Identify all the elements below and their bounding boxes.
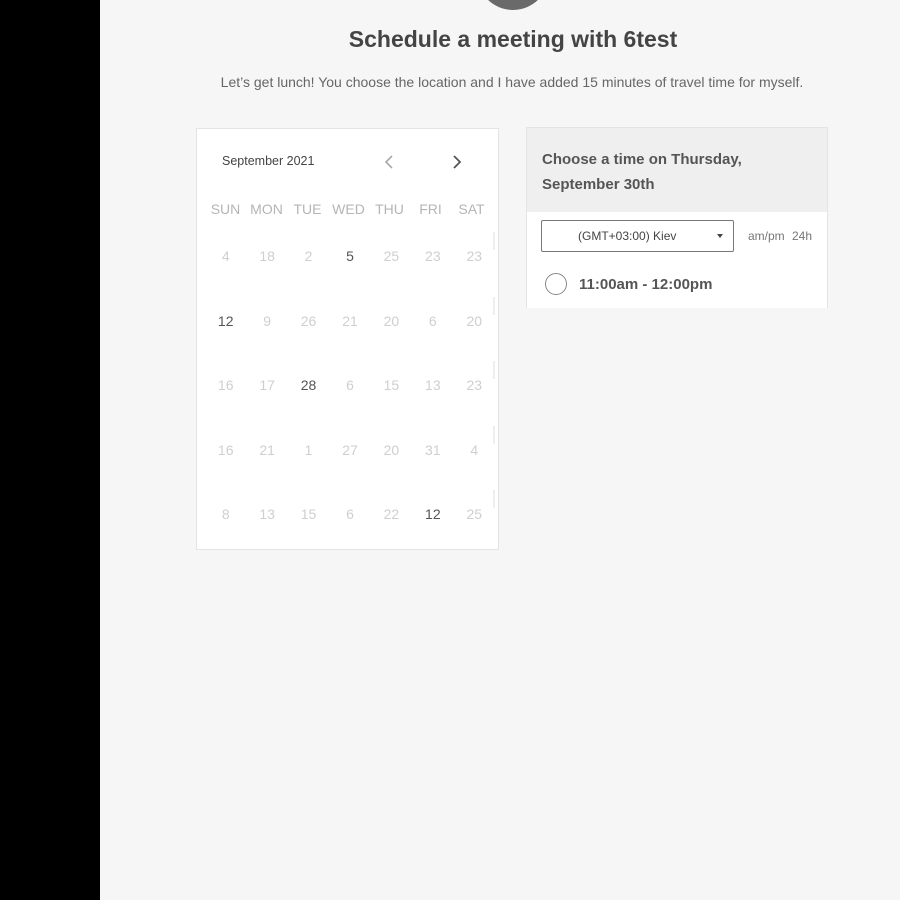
calendar-day: 15 [300, 506, 317, 523]
page-subtitle: Let’s get lunch! You choose the location… [220, 74, 804, 90]
calendar-card: September 2021 SUN MON TUE WED THU FRI S… [196, 128, 499, 550]
calendar-day: 6 [346, 377, 354, 394]
calendar-day: 27 [342, 441, 358, 458]
calendar-day: 18 [259, 248, 275, 265]
calendar-day: 20 [383, 441, 400, 458]
calendar-day: 16 [217, 441, 234, 458]
calendar-day: 8 [221, 506, 230, 523]
prev-month-button[interactable] [378, 149, 400, 175]
calendar-day: 31 [425, 441, 441, 458]
calendar-day: 26 [300, 312, 317, 329]
calendar-month-label: September 2021 [222, 154, 315, 168]
calendar-day: 25 [383, 248, 400, 265]
weekday-label: SAT [458, 201, 485, 217]
page-title: Schedule a meeting with 6test [348, 26, 678, 52]
weekday-label: THU [375, 201, 404, 217]
calendar-day: 15 [383, 377, 400, 394]
calendar-grid: 4 18 2 5 25 23 23 12 9 26 21 20 6 20 16 17 28 6 15 13 23 16 21… [205, 224, 495, 547]
calendar-week-row: 8 13 15 6 22 12 25 [205, 482, 495, 547]
time-picker-card: Choose a time on Thursday, September 30t… [526, 127, 828, 308]
calendar-day: 13 [259, 506, 275, 523]
calendar-day: 16 [217, 377, 234, 394]
avatar [477, 0, 549, 10]
calendar-week-row: 16 17 28 6 15 13 23 [205, 353, 495, 418]
calendar-day: 6 [428, 312, 437, 329]
calendar-day: 23 [466, 248, 483, 265]
grid-divider [493, 361, 495, 379]
calendar-week-row: 4 18 2 5 25 23 23 [205, 224, 495, 289]
calendar-week-row: 16 21 1 27 20 31 4 [205, 418, 495, 483]
ampm-toggle[interactable]: am/pm [748, 229, 785, 243]
calendar-day-available[interactable]: 5 [329, 248, 370, 264]
grid-divider [493, 425, 495, 444]
calendar-day: 9 [263, 312, 272, 329]
calendar-day: 22 [383, 506, 400, 523]
calendar-day: 2 [304, 248, 313, 265]
chevron-right-icon [453, 155, 462, 169]
time-slot[interactable]: 11:00am - 12:00pm [527, 260, 827, 308]
grid-divider [493, 296, 495, 315]
grid-divider [493, 490, 495, 508]
weekday-label: TUE [293, 201, 322, 217]
caret-down-icon [717, 234, 723, 238]
radio-button-icon[interactable] [545, 273, 567, 295]
calendar-day: 20 [466, 312, 483, 329]
calendar-day: 25 [466, 506, 483, 523]
grid-divider [493, 232, 495, 250]
time-picker-heading: Choose a time on Thursday, September 30t… [542, 151, 742, 193]
24h-toggle[interactable]: 24h [792, 229, 812, 243]
time-slot-label: 11:00am - 12:00pm [579, 275, 713, 293]
calendar-day: 23 [466, 377, 483, 394]
calendar-week-row: 12 9 26 21 20 6 20 [205, 289, 495, 354]
calendar-day-available[interactable]: 12 [412, 506, 453, 522]
timezone-value: (GMT+03:00) Kiev [578, 229, 677, 243]
calendar-day: 1 [304, 441, 313, 458]
weekday-header: SUN MON TUE WED THU FRI SAT [205, 201, 492, 217]
weekday-label: MON [250, 201, 283, 217]
chevron-left-icon [384, 155, 393, 169]
weekday-label: WED [332, 201, 365, 217]
time-picker-header: Choose a time on Thursday, September 30t… [527, 128, 827, 212]
next-month-button[interactable] [446, 149, 468, 175]
calendar-day: 23 [425, 248, 441, 265]
weekday-label: SUN [210, 201, 241, 217]
calendar-day: 4 [221, 248, 230, 265]
calendar-day-available[interactable]: 28 [288, 377, 329, 393]
calendar-day: 17 [259, 377, 275, 394]
calendar-day: 13 [425, 377, 441, 394]
calendar-day: 4 [470, 441, 479, 458]
calendar-day: 21 [259, 441, 275, 458]
weekday-label: FRI [419, 201, 442, 217]
calendar-day: 20 [383, 312, 400, 329]
calendar-day-available[interactable]: 12 [205, 313, 246, 329]
scheduling-page: Schedule a meeting with 6test Let’s get … [100, 0, 900, 900]
left-black-bar [0, 0, 100, 900]
calendar-day: 21 [342, 312, 358, 329]
timezone-select[interactable]: (GMT+03:00) Kiev [541, 220, 734, 252]
calendar-day: 6 [346, 506, 354, 523]
